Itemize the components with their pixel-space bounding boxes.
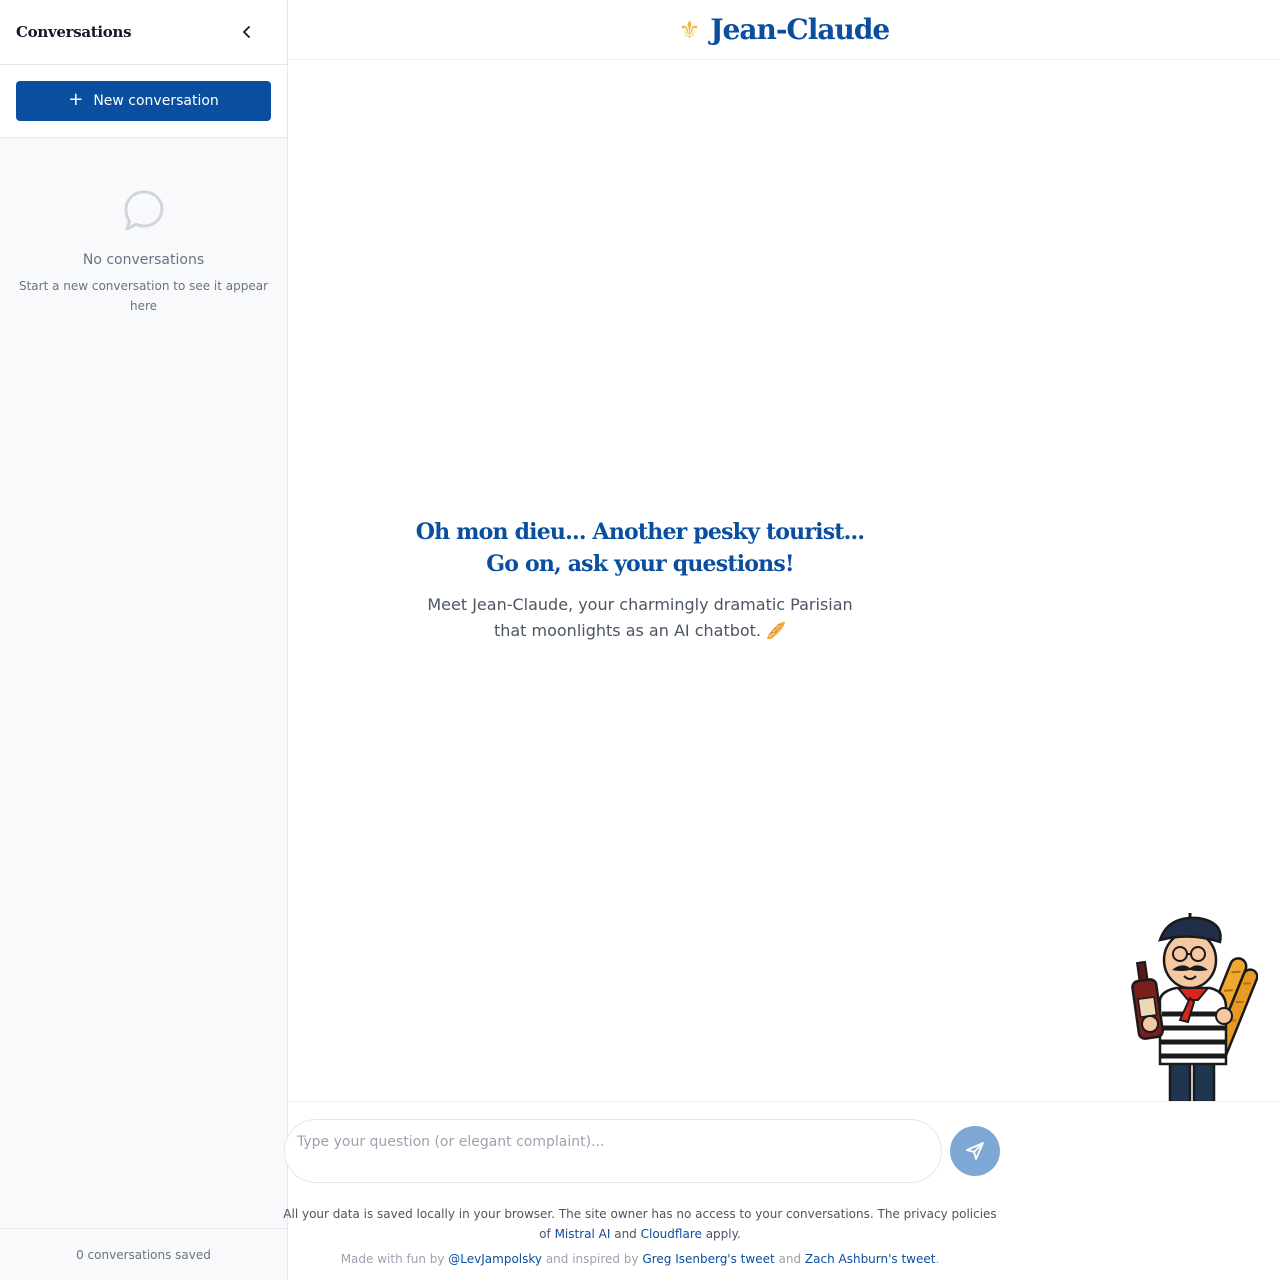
fleur-de-lis-icon: ⚜ <box>678 15 701 44</box>
collapse-sidebar-button[interactable] <box>235 20 259 44</box>
new-conversation-label: New conversation <box>93 93 219 109</box>
mistral-ai-link[interactable]: Mistral AI <box>555 1227 611 1241</box>
credits-inspired: and inspired by <box>545 1252 639 1266</box>
brand-name: Jean-Claude <box>710 13 890 46</box>
top-bar: ⚜ Jean-Claude <box>288 0 1280 60</box>
sidebar: Conversations + New conversation No conv… <box>0 0 288 1280</box>
credits-suffix: . <box>935 1252 940 1266</box>
credits-prefix: Made with fun by <box>340 1252 445 1266</box>
welcome-section: Oh mon dieu... Another pesky tourist... … <box>288 516 992 644</box>
welcome-subtitle: Meet Jean-Claude, your charmingly dramat… <box>288 592 992 644</box>
welcome-title: Oh mon dieu... Another pesky tourist... … <box>288 516 992 580</box>
jean-claude-mascot-illustration <box>1131 913 1258 1102</box>
plus-icon: + <box>68 89 84 110</box>
sidebar-header: Conversations <box>0 0 287 65</box>
credits-and: and <box>778 1252 802 1266</box>
chevron-left-icon <box>243 26 250 38</box>
welcome-subtitle-line1: Meet Jean-Claude, your charmingly dramat… <box>427 595 853 614</box>
privacy-and: and <box>614 1227 637 1241</box>
composer-bar: Type your question (or elegant complaint… <box>284 1101 1280 1183</box>
welcome-subtitle-line2: that moonlights as an AI chatbot. 🥖 <box>288 618 992 644</box>
welcome-subtitle-line2-text: that moonlights as an AI chatbot. <box>493 621 762 640</box>
author-link[interactable]: @LevJampolsky <box>448 1252 542 1266</box>
chat-bubble-icon <box>124 190 163 231</box>
empty-subtitle: Start a new conversation to see it appea… <box>18 279 269 313</box>
privacy-notice: All your data is saved locally in your b… <box>280 1204 1000 1244</box>
greg-tweet-link[interactable]: Greg Isenberg's tweet <box>642 1252 774 1266</box>
new-conversation-area: + New conversation <box>0 65 287 138</box>
welcome-title-line2: Go on, ask your questions! <box>486 551 794 577</box>
send-button[interactable] <box>950 1126 1000 1176</box>
send-icon <box>966 1142 984 1160</box>
cloudflare-link[interactable]: Cloudflare <box>641 1227 702 1241</box>
privacy-apply: apply. <box>705 1227 741 1241</box>
credits: Made with fun by @LevJampolsky and inspi… <box>288 1252 992 1266</box>
baguette-emoji: 🥖 <box>766 621 787 640</box>
welcome-title-line1: Oh mon dieu... Another pesky tourist... <box>415 519 865 545</box>
empty-title: No conversations <box>82 252 205 268</box>
sidebar-title: Conversations <box>16 23 132 41</box>
main-area: ⚜ Jean-Claude Oh mon dieu... Another pes… <box>283 0 1280 1280</box>
conversations-count: 0 conversations saved <box>0 1228 287 1280</box>
zach-tweet-link[interactable]: Zach Ashburn's tweet <box>805 1252 936 1266</box>
question-input[interactable]: Type your question (or elegant complaint… <box>284 1119 942 1183</box>
empty-conversations-state: No conversations Start a new conversatio… <box>0 188 287 316</box>
new-conversation-button[interactable]: + New conversation <box>16 81 271 121</box>
